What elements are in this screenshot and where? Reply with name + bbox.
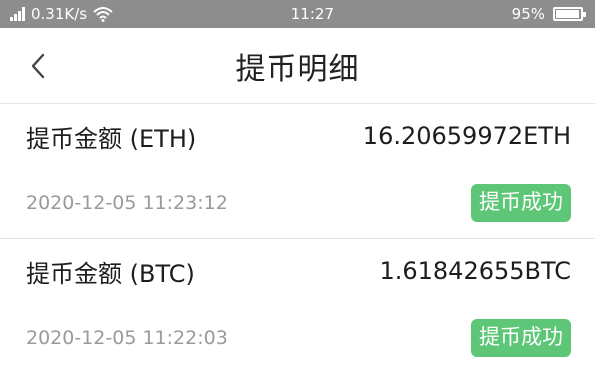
list-item[interactable]: 提币金额 (ETH) 16.20659972ETH 2020-12-05 11:… <box>0 104 595 239</box>
record-header: 提币金额 (ETH) 16.20659972ETH <box>26 104 571 168</box>
status-right: 95% <box>511 5 586 23</box>
record-time: 2020-12-05 11:23:12 <box>26 192 228 214</box>
record-list: 提币金额 (ETH) 16.20659972ETH 2020-12-05 11:… <box>0 104 595 370</box>
battery-percent: 95% <box>511 5 545 23</box>
record-footer: 2020-12-05 11:22:03 提币成功 <box>26 303 571 370</box>
status-badge: 提币成功 <box>471 184 571 222</box>
network-speed: 0.31K/s <box>31 5 88 23</box>
record-time: 2020-12-05 11:22:03 <box>26 327 228 349</box>
record-label: 提币金额 (BTC) <box>26 259 195 288</box>
back-button[interactable] <box>26 51 50 81</box>
clock: 11:27 <box>290 5 334 23</box>
page-title: 提币明细 <box>235 51 360 87</box>
battery-icon <box>553 7 586 21</box>
nav-header: 提币明细 <box>0 28 595 104</box>
status-left: 0.31K/s <box>10 5 113 23</box>
record-label: 提币金额 (ETH) <box>26 124 197 153</box>
record-header: 提币金额 (BTC) 1.61842655BTC <box>26 239 571 303</box>
record-amount: 16.20659972ETH <box>362 122 571 150</box>
battery-fill <box>556 10 579 18</box>
status-badge: 提币成功 <box>471 319 571 357</box>
signal-icon <box>10 7 25 21</box>
record-footer: 2020-12-05 11:23:12 提币成功 <box>26 168 571 238</box>
record-amount: 1.61842655BTC <box>379 257 571 285</box>
list-item[interactable]: 提币金额 (BTC) 1.61842655BTC 2020-12-05 11:2… <box>0 239 595 370</box>
status-bar: 0.31K/s 11:27 95% <box>0 0 595 28</box>
chevron-left-icon <box>31 53 45 78</box>
wifi-icon <box>93 7 113 22</box>
